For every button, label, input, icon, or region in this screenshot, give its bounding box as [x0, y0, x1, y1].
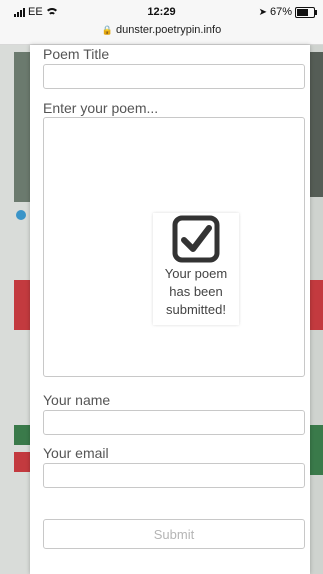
poem-title-input[interactable]	[43, 64, 305, 89]
battery-percent: 67%	[269, 6, 292, 18]
status-right: ➤ 67%	[258, 6, 317, 18]
confirmation-message: Your poem has been submitted!	[164, 266, 228, 317]
background-green-block	[14, 425, 30, 445]
background-red-block	[14, 452, 30, 472]
address-bar[interactable]: 🔒 dunster.poetrypin.info	[0, 24, 323, 36]
background-red-block	[14, 280, 30, 330]
background-image	[14, 52, 30, 202]
status-bar: EE 12:29 ➤ 67%	[0, 0, 323, 22]
checked-checkbox-icon	[172, 215, 220, 263]
background-image	[310, 52, 323, 197]
name-label: Your name	[43, 392, 111, 408]
lock-icon: 🔒	[101, 25, 114, 35]
email-input[interactable]	[43, 463, 305, 488]
background-red-block	[310, 280, 323, 330]
submit-button[interactable]: Submit	[43, 519, 305, 549]
submitted-confirmation: Your poem has been submitted!	[153, 213, 239, 325]
background-dot	[16, 210, 26, 220]
poem-body-label: Enter your poem...	[43, 100, 159, 116]
poem-title-label: Poem Title	[43, 46, 110, 62]
email-label: Your email	[43, 445, 109, 461]
url-text: dunster.poetrypin.info	[116, 24, 222, 36]
browser-top-bar: EE 12:29 ➤ 67% 🔒 dunster.poetrypin.info	[0, 0, 323, 45]
background-green-block	[310, 425, 323, 475]
name-input[interactable]	[43, 410, 305, 435]
location-arrow-icon: ➤	[258, 6, 267, 18]
battery-icon	[295, 6, 317, 18]
